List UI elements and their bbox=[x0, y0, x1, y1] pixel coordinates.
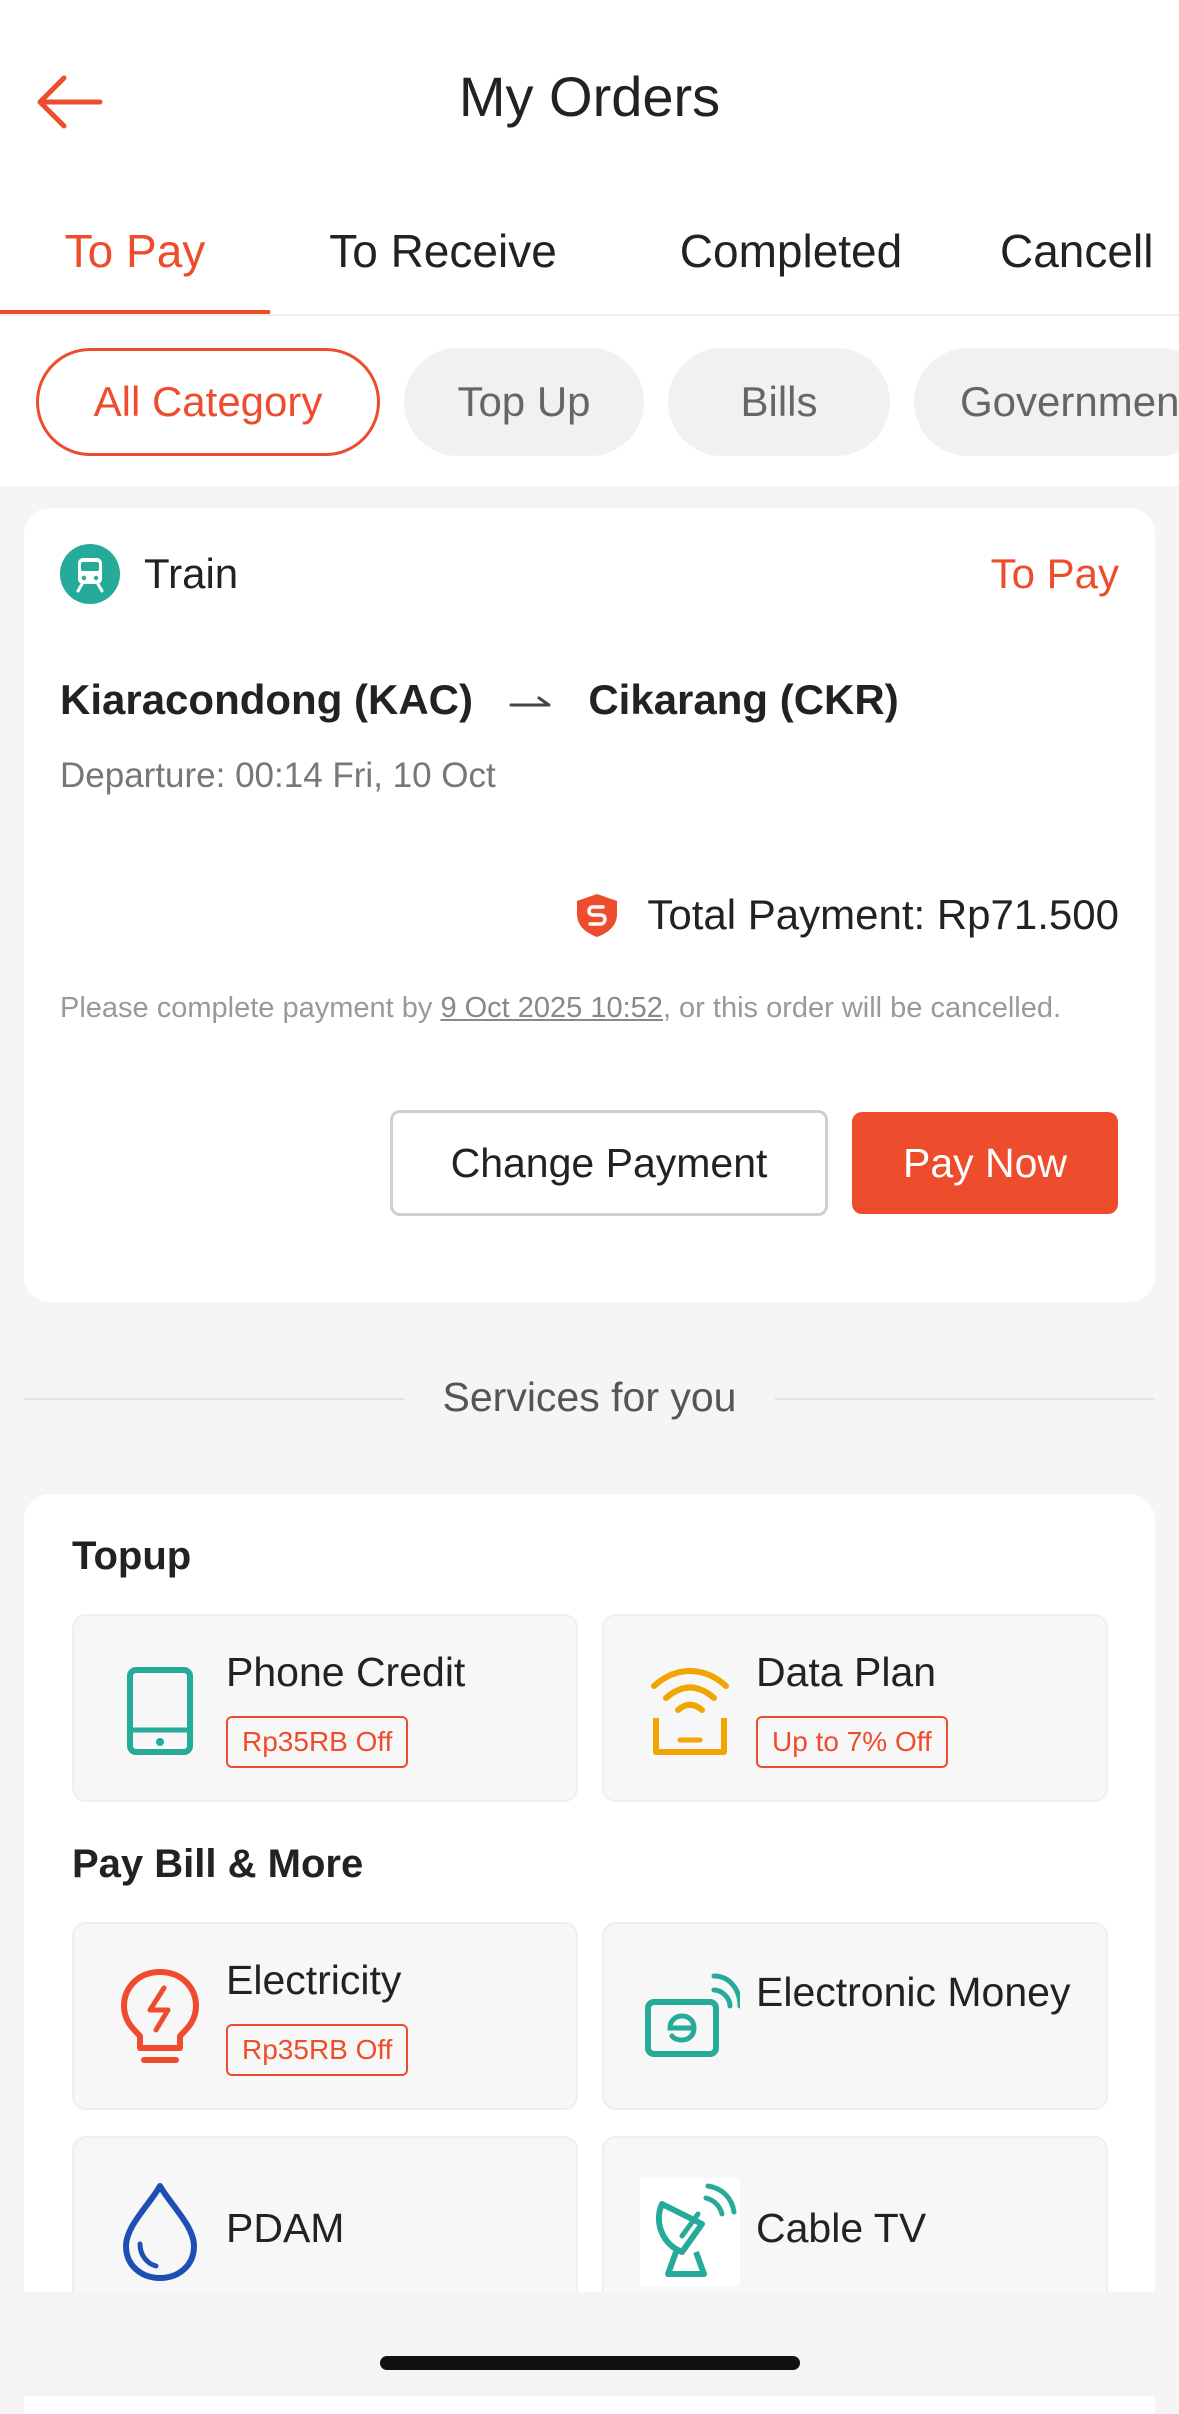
service-name: Cable TV bbox=[756, 2205, 927, 2251]
service-electronic-money[interactable]: Electronic Money bbox=[602, 1922, 1108, 2110]
service-name: PDAM bbox=[226, 2205, 345, 2251]
app-header: My Orders bbox=[0, 0, 1179, 186]
total-payment: Total Payment: Rp71.500 bbox=[572, 888, 1119, 940]
promo-badge: Rp35RB Off bbox=[226, 1716, 409, 1768]
electricity-icon bbox=[121, 1969, 199, 2063]
services-heading: Services for you bbox=[442, 1374, 737, 1420]
data-plan-icon bbox=[651, 1668, 729, 1755]
electronic-money-icon bbox=[645, 1973, 740, 2057]
service-name: Electronic Money bbox=[756, 1969, 1071, 2015]
promo-badge: Up to 7% Off bbox=[756, 1716, 948, 1768]
note-prefix: Please complete payment by bbox=[60, 992, 441, 1024]
route-origin: Kiaracondong (KAC) bbox=[60, 676, 473, 723]
chip-top-up[interactable]: Top Up bbox=[404, 348, 644, 456]
section-title-pay-bill: Pay Bill & More bbox=[72, 1842, 364, 1886]
payment-deadline: 9 Oct 2025 10:52 bbox=[440, 992, 663, 1024]
water-drop-icon bbox=[123, 2183, 197, 2281]
tab-cancelled[interactable]: Cancell bbox=[1000, 186, 1179, 314]
chip-government[interactable]: Governmen bbox=[914, 348, 1179, 456]
train-icon bbox=[60, 544, 120, 604]
satellite-dish-icon bbox=[640, 2178, 740, 2286]
service-name: Phone Credit bbox=[226, 1649, 466, 1695]
pay-now-button[interactable]: Pay Now bbox=[852, 1112, 1118, 1214]
services-card: Topup Phone Credit Rp35RB Off Data Plan … bbox=[24, 1494, 1155, 2414]
page-title: My Orders bbox=[458, 65, 721, 128]
order-status: To Pay bbox=[990, 550, 1119, 597]
route: Kiaracondong (KAC) Cikarang (CKR) bbox=[60, 676, 899, 724]
category-filter-chips: All Category Top Up Bills Governmen bbox=[0, 316, 1179, 486]
chip-all-category[interactable]: All Category bbox=[36, 348, 380, 456]
section-title-topup: Topup bbox=[72, 1534, 192, 1578]
order-card[interactable]: Train To Pay Kiaracondong (KAC) Cikarang… bbox=[24, 508, 1155, 1302]
bottom-safe-area bbox=[0, 2292, 1179, 2396]
tab-to-receive[interactable]: To Receive bbox=[290, 186, 596, 314]
home-indicator[interactable] bbox=[380, 2356, 800, 2370]
service-electricity[interactable]: Electricity Rp35RB Off bbox=[72, 1922, 578, 2110]
chip-bills[interactable]: Bills bbox=[668, 348, 890, 456]
services-divider: Services for you bbox=[24, 1370, 1155, 1430]
tab-to-pay[interactable]: To Pay bbox=[0, 186, 270, 314]
phone-credit-icon bbox=[127, 1667, 193, 1755]
payment-deadline-note: Please complete payment by 9 Oct 2025 10… bbox=[60, 990, 1100, 1026]
order-status-tabs: To Pay To Receive Completed Cancell bbox=[0, 186, 1179, 316]
shield-guarantee-icon bbox=[576, 893, 617, 937]
service-name: Electricity bbox=[226, 1957, 402, 2003]
order-category: Train bbox=[144, 550, 239, 597]
note-suffix: , or this order will be cancelled. bbox=[662, 992, 1062, 1024]
total-payment-value: Rp71.500 bbox=[936, 890, 1119, 938]
service-phone-credit[interactable]: Phone Credit Rp35RB Off bbox=[72, 1614, 578, 1802]
route-destination: Cikarang (CKR) bbox=[588, 676, 899, 723]
promo-badge: Rp35RB Off bbox=[226, 2024, 409, 2076]
service-name: Data Plan bbox=[756, 1649, 937, 1695]
total-payment-label: Total Payment: bbox=[647, 890, 926, 938]
change-payment-button[interactable]: Change Payment bbox=[390, 1110, 828, 1216]
route-arrow-icon bbox=[509, 696, 551, 707]
tab-completed[interactable]: Completed bbox=[650, 186, 932, 314]
departure-time: Departure: 00:14 Fri, 10 Oct bbox=[60, 756, 496, 795]
service-data-plan[interactable]: Data Plan Up to 7% Off bbox=[602, 1614, 1108, 1802]
